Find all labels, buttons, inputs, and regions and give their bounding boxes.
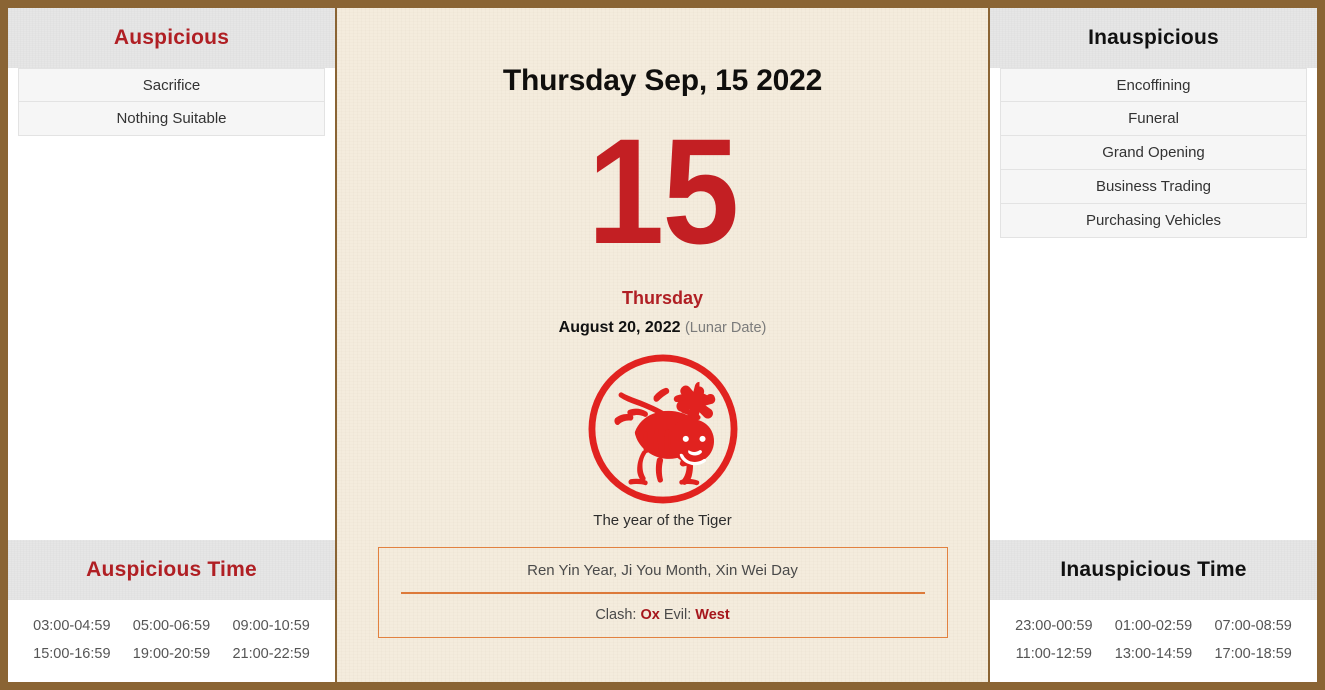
lunar-date-line: August 20, 2022 (Lunar Date): [559, 319, 767, 337]
list-item[interactable]: Funeral: [1000, 102, 1307, 136]
clash-value: Ox: [640, 607, 660, 623]
ganzhi-info-box: Ren Yin Year, Ji You Month, Xin Wei Day …: [377, 547, 948, 638]
calendar-columns: Auspicious Sacrifice Nothing Suitable Au…: [8, 8, 1317, 682]
time-slot: 13:00-14:59: [1114, 646, 1193, 662]
time-slot: 07:00-08:59: [1214, 618, 1292, 634]
inauspicious-time-section: 23:00-00:59 01:00-02:59 07:00-08:59 11:0…: [990, 600, 1317, 682]
time-slot: 05:00-06:59: [132, 618, 211, 634]
zodiac-caption: The year of the Tiger: [593, 512, 732, 529]
time-slot: 17:00-18:59: [1214, 646, 1292, 662]
time-slot: 15:00-16:59: [33, 646, 111, 662]
list-item[interactable]: Sacrifice: [18, 68, 325, 102]
list-item[interactable]: Business Trading: [1000, 170, 1307, 204]
inauspicious-header: Inauspicious: [990, 8, 1317, 68]
ganzhi-text: Ren Yin Year, Ji You Month, Xin Wei Day: [400, 562, 925, 594]
auspicious-time-grid: 03:00-04:59 05:00-06:59 09:00-10:59 15:0…: [22, 618, 321, 662]
evil-value: West: [695, 607, 730, 623]
list-item[interactable]: Encoffining: [1000, 68, 1307, 102]
main-date-panel: Thursday Sep, 15 2022 15 Thursday August…: [337, 8, 988, 682]
page-title: Thursday Sep, 15 2022: [502, 64, 823, 97]
list-item[interactable]: Grand Opening: [1000, 136, 1307, 170]
auspicious-time-section: 03:00-04:59 05:00-06:59 09:00-10:59 15:0…: [8, 600, 335, 682]
lunar-date-value: August 20, 2022: [558, 319, 681, 336]
auspicious-list: Sacrifice Nothing Suitable: [8, 68, 335, 540]
time-slot: 01:00-02:59: [1114, 618, 1193, 634]
auspicious-time-header: Auspicious Time: [8, 540, 335, 600]
inauspicious-panel: Inauspicious Encoffining Funeral Grand O…: [988, 8, 1317, 682]
evil-label: Evil:: [663, 607, 692, 623]
lunar-date-note: (Lunar Date): [684, 320, 767, 336]
time-slot: 19:00-20:59: [132, 646, 211, 662]
weekday-label: Thursday: [621, 288, 704, 308]
inauspicious-time-header: Inauspicious Time: [990, 540, 1317, 600]
day-number: 15: [587, 107, 740, 275]
list-item[interactable]: Nothing Suitable: [18, 102, 325, 136]
calendar-frame: Auspicious Sacrifice Nothing Suitable Au…: [0, 0, 1325, 690]
time-slot: 11:00-12:59: [1015, 646, 1092, 662]
auspicious-panel: Auspicious Sacrifice Nothing Suitable Au…: [8, 8, 337, 682]
time-slot: 09:00-10:59: [232, 618, 310, 634]
time-slot: 23:00-00:59: [1015, 618, 1093, 634]
inauspicious-list: Encoffining Funeral Grand Opening Busine…: [990, 68, 1317, 540]
clash-evil-row: Clash: Ox Evil: West: [401, 594, 925, 623]
auspicious-header: Auspicious: [8, 8, 335, 68]
inauspicious-time-grid: 23:00-00:59 01:00-02:59 07:00-08:59 11:0…: [1004, 618, 1303, 662]
time-slot: 21:00-22:59: [232, 646, 310, 662]
tiger-papercut-icon: [588, 354, 737, 504]
clash-label: Clash:: [595, 607, 637, 623]
list-item[interactable]: Purchasing Vehicles: [1000, 204, 1307, 238]
time-slot: 03:00-04:59: [33, 618, 111, 634]
